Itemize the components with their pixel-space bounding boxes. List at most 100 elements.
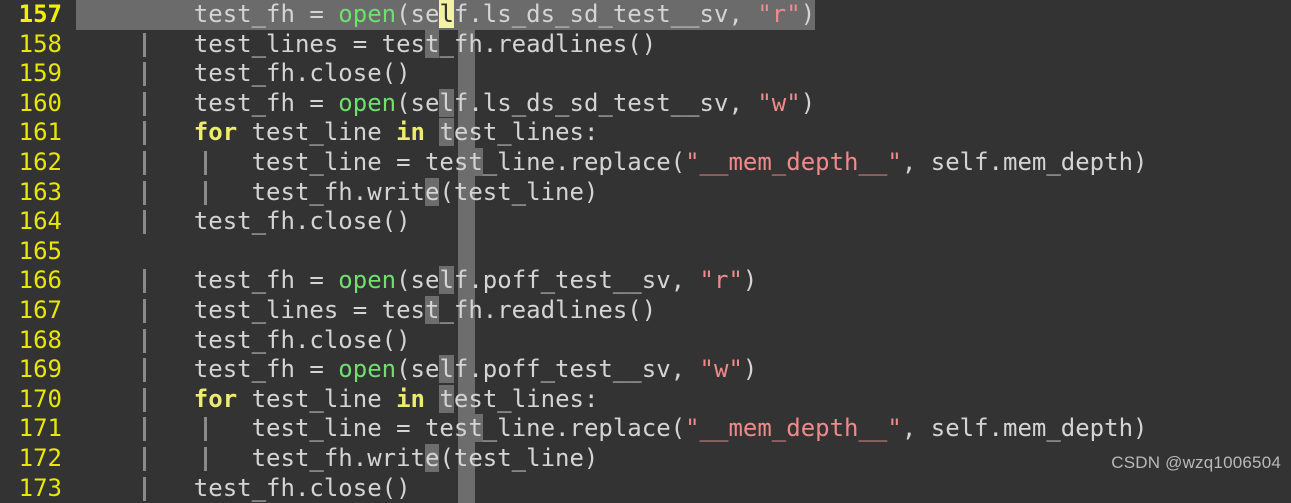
code-token: l	[439, 88, 454, 117]
code-token: t	[468, 147, 483, 176]
code-token: f.ls_ds_sd_test__sv,	[453, 0, 758, 28]
code-token: test_line	[237, 384, 397, 413]
code-line[interactable]: 157 test_fh = open(self.ls_ds_sd_test__s…	[0, 0, 1291, 30]
line-number: 160	[18, 88, 62, 117]
code-text: test_fh.write(test_line)	[136, 177, 599, 208]
code-line[interactable]: 163 test_fh.write(test_line)	[0, 177, 1291, 208]
line-number: 159	[18, 59, 62, 88]
code-token: open	[338, 355, 397, 384]
code-token: f.ls_ds_sd_test__sv,	[453, 88, 758, 117]
code-text: test_line = test_line.replace("__mem_dep…	[136, 147, 1148, 178]
code-token: "__mem_depth__"	[685, 147, 902, 176]
code-token: test_line	[237, 118, 397, 147]
code-text: test_lines = test_fh.readlines()	[136, 29, 657, 60]
code-token: est_lines:	[453, 118, 599, 147]
line-number: 158	[18, 29, 62, 58]
code-token: test_fh.close()	[136, 325, 411, 354]
code-line[interactable]: 167 test_lines = test_fh.readlines()	[0, 295, 1291, 326]
code-token: _line.replace(	[482, 147, 686, 176]
code-line[interactable]: 160 test_fh = open(self.ls_ds_sd_test__s…	[0, 88, 1291, 119]
code-token: _fh.readlines()	[439, 29, 657, 58]
code-token: test_fh.writ	[136, 177, 425, 206]
code-token: f.poff_test__sv,	[453, 266, 700, 295]
current-line-gutter-highlight	[76, 0, 136, 30]
code-token: t	[468, 414, 483, 443]
code-line[interactable]: 173 test_fh.close()	[0, 474, 1291, 503]
code-text: test_lines = test_fh.readlines()	[136, 295, 657, 326]
line-number: 164	[18, 207, 62, 236]
text-cursor: l	[439, 0, 454, 28]
code-token: t	[439, 384, 454, 413]
code-line[interactable]: 164 test_fh.close()	[0, 207, 1291, 237]
code-token: "r"	[699, 266, 743, 295]
code-text: test_line = test_line.replace("__mem_dep…	[136, 414, 1147, 444]
code-token: )	[742, 355, 758, 384]
code-text: test_fh.close()	[136, 474, 411, 503]
code-token: (se	[396, 0, 440, 28]
code-line[interactable]: 171 test_line = test_line.replace("__mem…	[0, 414, 1291, 444]
line-number: 168	[18, 325, 62, 354]
code-token: test_fh =	[136, 266, 339, 295]
code-lines[interactable]: 157 test_fh = open(self.ls_ds_sd_test__s…	[0, 0, 1291, 503]
line-number: 171	[18, 414, 62, 443]
line-number: 172	[18, 443, 62, 472]
code-token: test_lines = tes	[136, 29, 425, 58]
code-text: test_fh = open(self.ls_ds_sd_test__sv, "…	[136, 88, 815, 119]
code-text: for test_line in test_lines:	[136, 118, 598, 148]
code-line[interactable]: 162 test_line = test_line.replace("__mem…	[0, 147, 1291, 178]
line-number: 167	[18, 295, 62, 324]
code-text: test_fh.write(test_line)	[136, 443, 599, 474]
code-token: open	[338, 0, 397, 28]
code-token: in	[396, 118, 426, 147]
code-line[interactable]: 165	[0, 237, 1291, 267]
code-text: for test_line in test_lines:	[136, 384, 599, 415]
code-line[interactable]: 172 test_fh.write(test_line)	[0, 443, 1291, 474]
code-token: t	[424, 295, 440, 324]
code-line[interactable]: 158 test_lines = test_fh.readlines()	[0, 29, 1291, 60]
line-number: 163	[18, 177, 62, 206]
code-text: test_fh.close()	[136, 59, 411, 89]
code-token: )	[742, 266, 758, 295]
code-line[interactable]: 159 test_fh.close()	[0, 59, 1291, 89]
code-token: e	[424, 177, 440, 206]
line-number: 157	[18, 0, 62, 28]
code-token: (test_line)	[439, 177, 599, 206]
code-token: _fh.readlines()	[439, 295, 657, 324]
code-token: test_fh =	[136, 355, 339, 384]
code-text: test_fh = open(self.ls_ds_sd_test__sv, "…	[136, 0, 816, 30]
code-token: test_fh.writ	[136, 443, 425, 472]
code-token: (test_line)	[439, 443, 599, 472]
code-token: )	[800, 0, 816, 28]
watermark-label: CSDN @wzq1006504	[1111, 453, 1281, 472]
code-token: t	[424, 29, 440, 58]
code-token: est_lines:	[453, 384, 599, 413]
code-line[interactable]: 168 test_fh.close()	[0, 326, 1291, 356]
code-token: test_lines = tes	[136, 295, 425, 324]
code-token: test_fh.close()	[136, 473, 411, 502]
code-token: "w"	[757, 88, 801, 117]
code-token: "__mem_depth__"	[685, 414, 902, 443]
code-text: test_fh.close()	[136, 326, 411, 356]
code-token: _line.replace(	[482, 414, 686, 443]
code-token: for	[193, 118, 238, 147]
code-line[interactable]: 170 for test_line in test_lines:	[0, 384, 1291, 415]
code-token: , self.mem_depth)	[901, 147, 1148, 176]
code-token: (se	[396, 88, 440, 117]
line-number: 166	[18, 266, 62, 295]
line-number: 161	[18, 118, 62, 147]
line-number: 162	[18, 147, 62, 176]
code-token: test_line = tes	[136, 414, 469, 443]
code-text: test_fh = open(self.poff_test__sv, "w")	[136, 355, 757, 385]
code-token: "w"	[699, 355, 743, 384]
code-line[interactable]: 169 test_fh = open(self.poff_test__sv, "…	[0, 355, 1291, 385]
line-number: 170	[18, 384, 62, 413]
code-text: test_fh = open(self.poff_test__sv, "r")	[136, 266, 757, 296]
code-text: test_fh.close()	[136, 207, 411, 237]
code-line[interactable]: 161 for test_line in test_lines:	[0, 118, 1291, 148]
code-editor[interactable]: 157 test_fh = open(self.ls_ds_sd_test__s…	[0, 0, 1291, 503]
code-line[interactable]: 166 test_fh = open(self.poff_test__sv, "…	[0, 266, 1291, 296]
line-number: 165	[18, 236, 62, 265]
line-number: 169	[18, 355, 62, 384]
